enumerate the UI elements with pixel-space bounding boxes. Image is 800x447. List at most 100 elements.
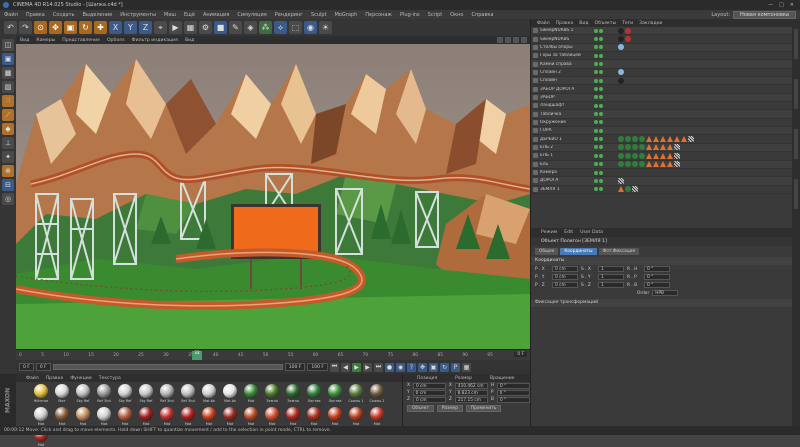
render-visibility-icon[interactable] (599, 87, 603, 92)
object-visibility-flags[interactable] (594, 162, 616, 167)
coord-value-field[interactable]: 0 ° (497, 382, 530, 389)
material-swatch[interactable]: Листва (304, 384, 324, 406)
side-tab-content[interactable] (794, 79, 798, 109)
object-row[interactable]: Камера (531, 169, 792, 178)
attribute-tab[interactable]: Фот.Фиксация (598, 248, 640, 255)
material-swatch[interactable]: Sky Ref (73, 384, 93, 406)
make-editable-icon[interactable]: ◫ (2, 39, 14, 51)
render-settings-icon[interactable]: ⚙ (199, 21, 212, 34)
attribute-value-field[interactable]: 0 ° (644, 266, 670, 272)
attribute-menu-item[interactable]: User Data (580, 230, 603, 235)
material-swatch[interactable]: Mat (73, 407, 93, 427)
material-swatch[interactable]: Mat (220, 407, 240, 427)
material-tag-icon[interactable] (618, 136, 624, 143)
object-row[interactable]: ДОРОГА (531, 177, 792, 186)
3d-viewport[interactable] (16, 44, 530, 349)
pla-key-icon[interactable]: ▦ (462, 362, 471, 372)
object-row[interactable]: SweepNURBS 1 (531, 27, 792, 36)
material-swatch[interactable]: Mat.bk (220, 384, 240, 406)
material-swatch[interactable]: Земля (283, 384, 303, 406)
menu-item[interactable]: Создать (53, 12, 75, 18)
editor-visibility-icon[interactable] (594, 145, 598, 150)
viewport-menu-item[interactable]: Камеры (36, 38, 55, 43)
timeline-playhead[interactable]: 32 (192, 351, 202, 360)
object-row[interactable]: ЗАБОР (531, 93, 792, 103)
material-tag-icon[interactable] (625, 144, 631, 151)
render-visibility-icon[interactable] (599, 62, 603, 67)
material-tag-icon[interactable] (625, 186, 631, 193)
goto-end-icon[interactable]: ⏭ (374, 362, 383, 372)
material-tag-icon[interactable] (618, 27, 624, 34)
autokey-icon[interactable]: ◉ (396, 362, 405, 372)
order-select[interactable]: HPB (652, 290, 679, 296)
material-swatch[interactable]: Mat (199, 407, 219, 427)
texture-tag-icon[interactable] (653, 152, 659, 159)
material-tag-icon[interactable] (639, 161, 645, 168)
move-icon[interactable]: ✥ (49, 21, 62, 34)
object-row[interactable]: ЕЛЬ 2 (531, 143, 792, 153)
material-tag-icon[interactable] (625, 36, 631, 43)
attribute-menu-item[interactable]: Edit (564, 230, 573, 235)
object-visibility-flags[interactable] (594, 112, 616, 117)
material-swatch[interactable]: Mat (31, 407, 51, 427)
object-visibility-flags[interactable] (594, 78, 616, 83)
render-picture-viewer-icon[interactable]: ▦ (184, 21, 197, 34)
rotate-icon[interactable]: ↻ (79, 21, 92, 34)
object-name[interactable]: ГОРА (540, 128, 590, 133)
object-visibility-flags[interactable] (594, 70, 616, 75)
editor-visibility-icon[interactable] (594, 70, 598, 75)
attribute-tab[interactable]: Координаты (560, 248, 597, 255)
snap-icon[interactable]: ⊕ (2, 165, 14, 177)
side-tab-layers[interactable] (794, 179, 798, 209)
redo-icon[interactable]: ↷ (19, 21, 32, 34)
material-tag-icon[interactable] (625, 27, 631, 34)
deformer-icon[interactable]: ⟡ (274, 21, 287, 34)
object-name[interactable]: ДЕРЕВО 1 (540, 137, 590, 142)
material-swatch[interactable]: Mat (157, 407, 177, 427)
render-visibility-icon[interactable] (599, 45, 603, 50)
coord-mode-select[interactable]: Объект (407, 405, 434, 412)
editor-visibility-icon[interactable] (594, 28, 598, 33)
render-visibility-icon[interactable] (599, 170, 603, 175)
editor-visibility-icon[interactable] (594, 128, 598, 133)
live-selection-icon[interactable]: ⊙ (34, 21, 47, 34)
editor-visibility-icon[interactable] (594, 178, 598, 183)
coord-value-field[interactable]: 410.462 cm (454, 382, 488, 389)
material-swatch[interactable]: Земля (262, 384, 282, 406)
material-tag-icon[interactable] (618, 44, 624, 51)
material-swatch[interactable]: Mat (94, 407, 114, 427)
render-visibility-icon[interactable] (599, 95, 603, 100)
material-tag-icon[interactable] (625, 152, 631, 159)
camera-icon[interactable]: ◉ (304, 21, 317, 34)
pan-icon[interactable] (497, 37, 503, 43)
menu-item[interactable]: Правка (26, 12, 45, 18)
object-name[interactable]: SweepNURBS (540, 37, 590, 42)
y-axis-icon[interactable]: Y (124, 21, 137, 34)
editor-visibility-icon[interactable] (594, 37, 598, 42)
object-row[interactable]: Сплайн (531, 77, 792, 86)
object-name[interactable]: Сплайн 2 (540, 70, 590, 75)
model-mode-icon[interactable]: ▣ (2, 53, 14, 65)
material-swatch[interactable]: Mat (283, 407, 303, 427)
object-visibility-flags[interactable] (594, 103, 616, 108)
menu-item[interactable]: Анимация (203, 12, 229, 18)
polygons-mode-icon[interactable]: ◆ (2, 123, 14, 135)
object-name[interactable]: ЗЕМЛЯ 1 (540, 187, 590, 192)
render-visibility-icon[interactable] (599, 145, 603, 150)
editor-visibility-icon[interactable] (594, 137, 598, 142)
viewport-menu-item[interactable]: Вид (20, 38, 29, 43)
object-row[interactable]: Ландшафт (531, 102, 792, 111)
object-visibility-flags[interactable] (594, 187, 616, 192)
start-frame-field[interactable]: 0 F (19, 363, 34, 371)
texture-tag-icon[interactable] (618, 186, 624, 193)
prev-key-icon[interactable]: ◀ (341, 362, 350, 372)
position-key-icon[interactable]: ✥ (418, 362, 427, 372)
material-tag-icon[interactable] (618, 152, 624, 159)
editor-visibility-icon[interactable] (594, 162, 598, 167)
editor-visibility-icon[interactable] (594, 120, 598, 125)
uvw-tag-icon[interactable] (674, 152, 680, 159)
render-visibility-icon[interactable] (599, 112, 603, 117)
material-swatch[interactable]: Mat (304, 407, 324, 427)
attribute-tab[interactable]: Общее (535, 248, 559, 255)
subdivision-icon[interactable]: ◈ (244, 21, 257, 34)
